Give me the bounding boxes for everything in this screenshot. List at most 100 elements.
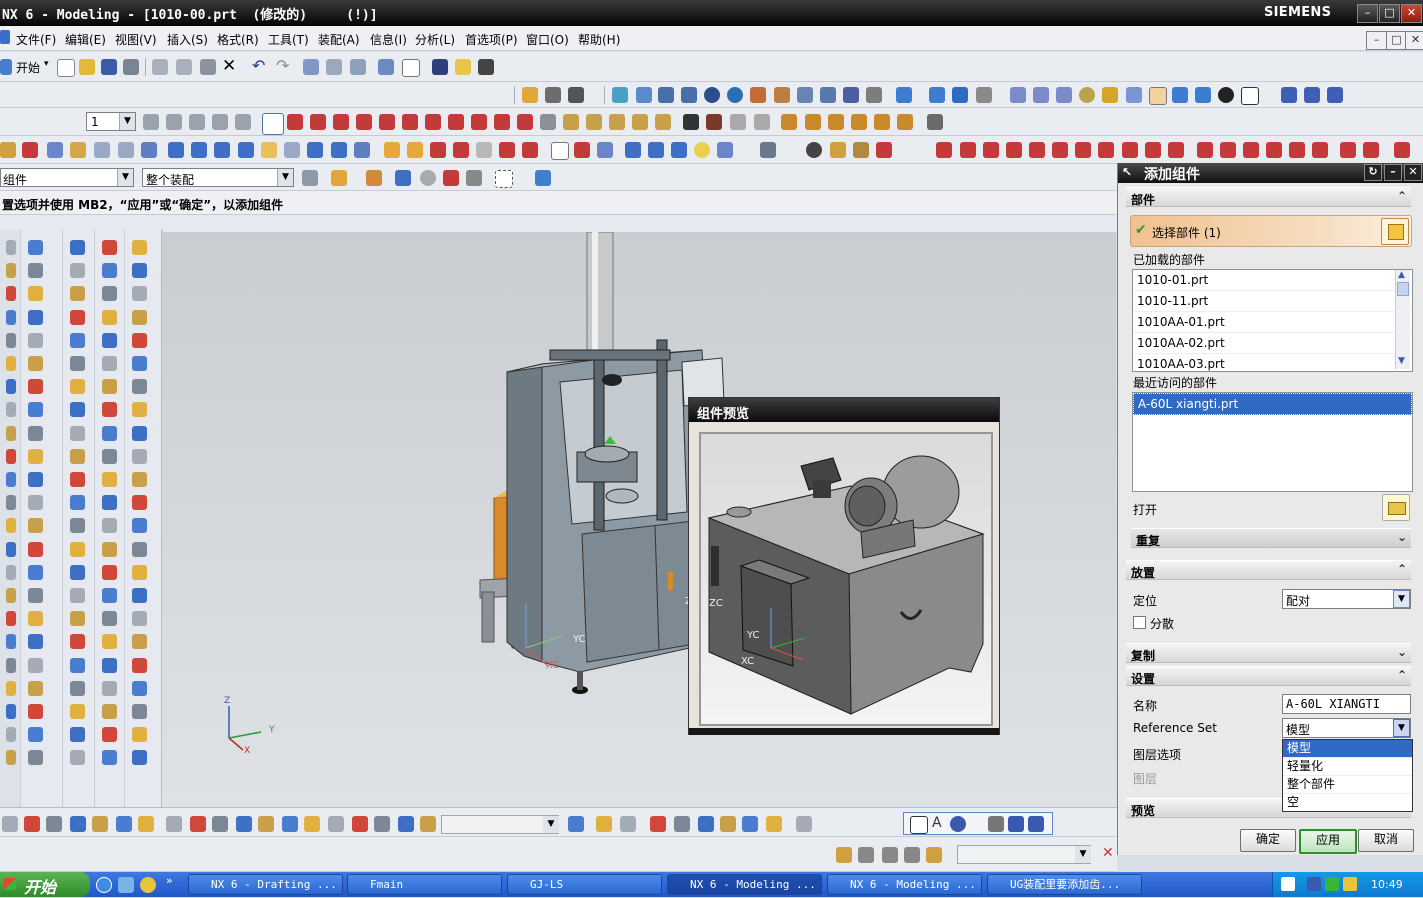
bottom-tool-icon[interactable]: [282, 816, 298, 832]
paste-icon[interactable]: [200, 59, 216, 75]
palette-tool-icon[interactable]: [102, 448, 117, 464]
measure-length-icon[interactable]: [876, 142, 892, 158]
bottom-tool-icon[interactable]: [674, 816, 690, 832]
measure-distance-icon[interactable]: [830, 142, 846, 158]
menu-help[interactable]: 帮助(H): [578, 31, 620, 48]
annotation-icon[interactable]: [910, 816, 928, 834]
refset-option[interactable]: 空: [1283, 794, 1412, 811]
bottom-tool-icon[interactable]: [698, 816, 714, 832]
palette-tool-icon[interactable]: [102, 263, 117, 279]
start-button[interactable]: 开始: [0, 872, 90, 897]
select-face-icon[interactable]: [420, 170, 436, 186]
extrude-icon[interactable]: [47, 142, 63, 158]
hidden-wireframe-icon[interactable]: [1033, 87, 1049, 103]
curve-7-icon[interactable]: [1075, 142, 1091, 158]
palette-tool-icon[interactable]: [6, 356, 16, 371]
palette-tool-icon[interactable]: [6, 541, 16, 557]
chevron-down-icon[interactable]: ▼: [117, 169, 133, 186]
snap-on-curve-icon[interactable]: [448, 114, 464, 130]
bottom-tool-icon[interactable]: [620, 816, 636, 832]
edge-blend-icon[interactable]: [499, 142, 515, 158]
palette-tool-icon[interactable]: [28, 309, 43, 325]
palette-tool-icon[interactable]: [6, 495, 16, 511]
wcs-orient-icon[interactable]: [1327, 87, 1343, 103]
bottom-tool-icon[interactable]: [190, 816, 206, 832]
filter-2-icon[interactable]: [586, 114, 602, 130]
palette-tool-icon[interactable]: [102, 425, 117, 441]
palette-tool-icon[interactable]: [6, 472, 16, 487]
palette-tool-icon[interactable]: [70, 402, 85, 418]
open-folder-button[interactable]: [1382, 494, 1410, 521]
palette-tool-icon[interactable]: [28, 402, 43, 418]
redo-icon[interactable]: ↷: [276, 56, 289, 75]
taskbar-item[interactable]: Fmain: [347, 874, 502, 895]
palette-tool-icon[interactable]: [132, 379, 147, 395]
palette-tool-icon[interactable]: [132, 332, 147, 348]
filter-5-icon[interactable]: [655, 114, 671, 130]
bottom-tool-icon[interactable]: [352, 816, 368, 832]
scroll-thumb[interactable]: [1397, 282, 1409, 296]
add-icon[interactable]: [140, 877, 156, 893]
layer-category-icon[interactable]: [189, 114, 205, 130]
palette-tool-icon[interactable]: [6, 425, 16, 441]
taskbar-item[interactable]: NX 6 - Drafting ...: [188, 874, 343, 895]
palette-tool-icon[interactable]: [70, 727, 85, 743]
refset-option[interactable]: 模型: [1283, 740, 1412, 758]
curve-11-icon[interactable]: [1168, 142, 1184, 158]
chevron-down-icon[interactable]: ▼: [543, 816, 559, 833]
settings-icon[interactable]: [302, 170, 318, 186]
bottom-tool-icon[interactable]: [374, 816, 390, 832]
shaded-icon[interactable]: [896, 87, 912, 103]
chevron-down-icon[interactable]: ⌄: [1397, 645, 1407, 659]
network-icon[interactable]: [1307, 877, 1321, 891]
subtract-icon[interactable]: [407, 142, 423, 158]
feature-3-icon[interactable]: [828, 114, 844, 130]
taskbar-item[interactable]: UG装配里要添加齿...: [987, 874, 1142, 895]
palette-tool-icon[interactable]: [6, 588, 16, 603]
palette-tool-icon[interactable]: [132, 356, 147, 371]
apply-button[interactable]: 应用: [1299, 829, 1357, 854]
clip-plane-icon[interactable]: [843, 87, 859, 103]
palette-tool-icon[interactable]: [6, 402, 16, 418]
palette-tool-icon[interactable]: [28, 263, 43, 279]
palette-tool-icon[interactable]: [132, 286, 147, 302]
bottom-tool-icon[interactable]: [24, 816, 40, 832]
palette-tool-icon[interactable]: [6, 704, 16, 719]
white-background-icon[interactable]: [1241, 87, 1259, 105]
object-display-icon[interactable]: [378, 59, 394, 75]
delete-icon[interactable]: ✕: [222, 56, 236, 76]
bottom-tool-icon[interactable]: [2, 816, 18, 832]
snap-point-icon[interactable]: [540, 114, 556, 130]
palette-tool-icon[interactable]: [28, 240, 43, 255]
menu-file[interactable]: 文件(F): [16, 31, 56, 48]
curve-10-icon[interactable]: [1145, 142, 1161, 158]
palette-tool-icon[interactable]: [28, 564, 43, 580]
info-icon[interactable]: [402, 59, 420, 77]
part-file-icon[interactable]: [1381, 218, 1409, 245]
palette-tool-icon[interactable]: [102, 472, 117, 487]
palette-tool-icon[interactable]: [102, 541, 117, 557]
layer-visible-icon[interactable]: [166, 114, 182, 130]
status-select[interactable]: ▼: [957, 845, 1091, 864]
palette-tool-icon[interactable]: [102, 518, 117, 534]
undo-icon[interactable]: ↶: [252, 56, 265, 75]
snap-tangent-icon[interactable]: [517, 114, 533, 130]
palette-tool-icon[interactable]: [6, 263, 16, 279]
doc-minimize-button[interactable]: –: [1366, 31, 1387, 50]
datum-icon[interactable]: [22, 142, 38, 158]
palette-tool-icon[interactable]: [132, 634, 147, 650]
layer-select[interactable]: 1 ▼: [86, 112, 136, 131]
bottom-select[interactable]: ▼: [441, 815, 559, 834]
bottom-tool-icon[interactable]: [568, 816, 584, 832]
palette-tool-icon[interactable]: [132, 425, 147, 441]
partially-shaded-icon[interactable]: [976, 87, 992, 103]
zoom-window-icon[interactable]: [658, 87, 674, 103]
list-item[interactable]: 1010AA-02.prt: [1133, 333, 1412, 354]
palette-tool-icon[interactable]: [28, 379, 43, 395]
layer-icon[interactable]: [143, 114, 159, 130]
ok-button[interactable]: 确定: [1240, 829, 1296, 852]
palette-tool-icon[interactable]: [70, 518, 85, 534]
pan-icon[interactable]: [750, 87, 766, 103]
start-icon[interactable]: [0, 59, 12, 75]
section-settings[interactable]: 设置 ⌃: [1126, 666, 1411, 686]
